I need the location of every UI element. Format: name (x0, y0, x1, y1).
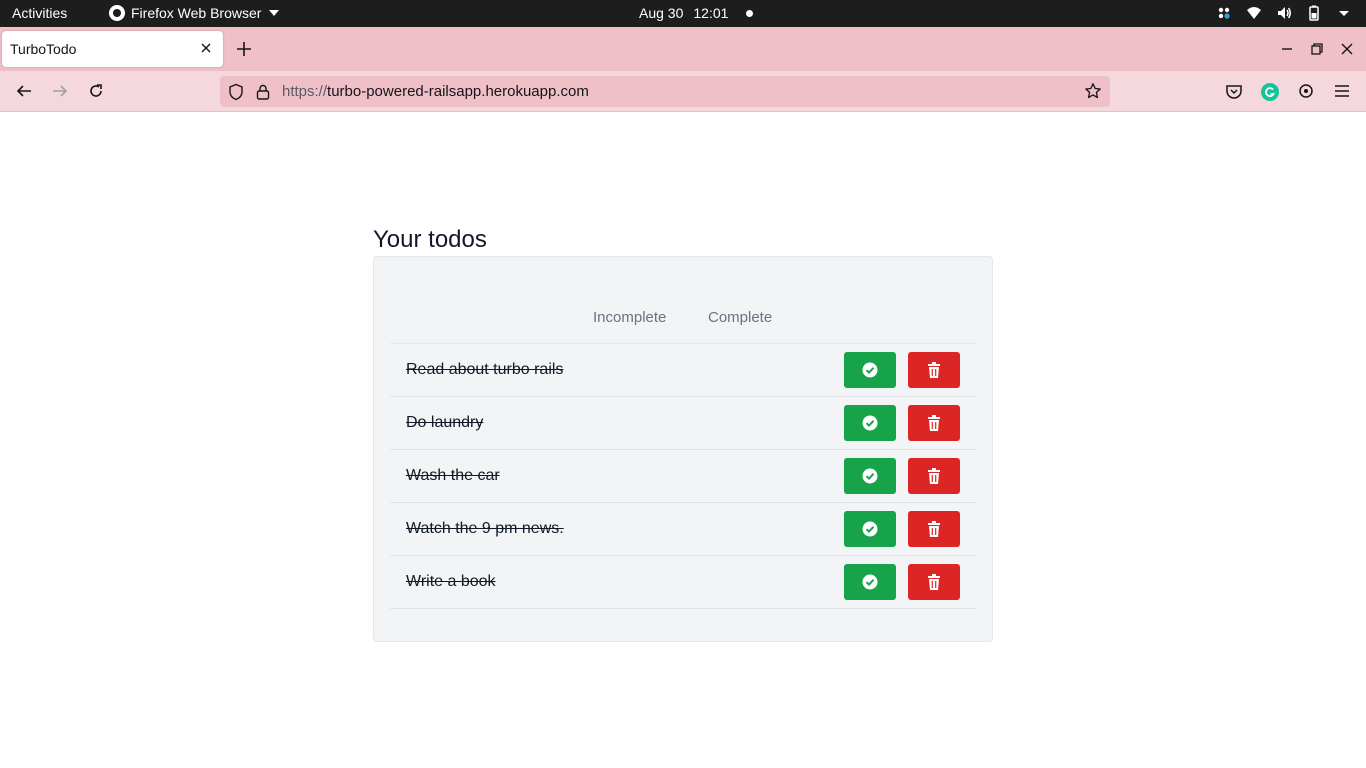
url-host: turbo-powered-railsapp.herokuapp.com (327, 83, 589, 100)
firefox-icon (109, 5, 125, 21)
app-menu[interactable]: Firefox Web Browser (109, 5, 280, 21)
delete-button[interactable] (908, 564, 960, 600)
back-icon[interactable] (15, 82, 33, 100)
filter-incomplete[interactable]: Incomplete (593, 309, 666, 326)
url-bar[interactable]: https://turbo-powered-railsapp.herokuapp… (220, 76, 1110, 107)
clock[interactable]: Aug 30 12:01 (639, 5, 754, 21)
navigation-bar: https://turbo-powered-railsapp.herokuapp… (0, 71, 1366, 112)
filter-tabs: Incomplete Complete (374, 309, 992, 329)
forward-icon[interactable] (51, 82, 69, 100)
volume-icon (1278, 7, 1291, 19)
bookmark-star-icon[interactable] (1084, 82, 1102, 100)
complete-button[interactable] (844, 405, 896, 441)
todo-row: Wash the car (390, 450, 976, 503)
date-label: Aug 30 (639, 5, 684, 21)
trash-icon (928, 574, 940, 590)
grammarly-icon[interactable] (1261, 83, 1279, 101)
complete-button[interactable] (844, 352, 896, 388)
close-tab-icon[interactable] (199, 41, 213, 55)
chevron-down-icon (269, 10, 280, 16)
page-title: Your todos (373, 226, 487, 253)
complete-button[interactable] (844, 511, 896, 547)
todo-title: Read about turbo rails (406, 361, 564, 378)
todo-row: Do laundry (390, 397, 976, 450)
todo-title: Watch the 9 pm news. (406, 520, 564, 537)
todo-title: Wash the car (406, 467, 500, 484)
trash-icon (928, 362, 940, 378)
wifi-icon (1247, 7, 1261, 19)
battery-icon (1309, 5, 1319, 21)
restore-icon[interactable] (1309, 41, 1325, 57)
delete-button[interactable] (908, 511, 960, 547)
todo-card: Incomplete Complete Read about turbo rai… (373, 256, 993, 642)
time-label: 12:01 (693, 5, 729, 21)
check-circle-icon (862, 574, 878, 590)
slack-icon (1218, 7, 1230, 19)
delete-button[interactable] (908, 352, 960, 388)
trash-icon (928, 415, 940, 431)
todo-row: Watch the 9 pm news. (390, 503, 976, 556)
system-tray[interactable] (1216, 4, 1352, 22)
tab-turbotodo[interactable]: TurboTodo (2, 31, 223, 67)
page-content: Your todos Incomplete Complete Read abou… (0, 112, 1366, 768)
todo-list: Read about turbo rails Do laundry Wash t (390, 343, 976, 609)
reload-icon[interactable] (87, 82, 105, 100)
delete-button[interactable] (908, 405, 960, 441)
check-circle-icon (862, 468, 878, 484)
close-window-icon[interactable] (1339, 41, 1355, 57)
delete-button[interactable] (908, 458, 960, 494)
pocket-icon[interactable] (1225, 82, 1243, 100)
check-circle-icon (862, 362, 878, 378)
lock-icon[interactable] (256, 83, 270, 101)
todo-title: Do laundry (406, 414, 484, 431)
minimize-icon[interactable] (1279, 41, 1295, 57)
complete-button[interactable] (844, 458, 896, 494)
tab-strip: TurboTodo (0, 27, 1366, 71)
system-top-bar: Activities Firefox Web Browser Aug 30 12… (0, 0, 1366, 27)
check-circle-icon (862, 521, 878, 537)
app-name: Firefox Web Browser (131, 5, 262, 21)
todo-row: Write a book (390, 556, 976, 609)
complete-button[interactable] (844, 564, 896, 600)
activities-button[interactable]: Activities (12, 5, 67, 21)
menu-icon[interactable] (1333, 82, 1351, 100)
trash-icon (928, 521, 940, 537)
system-menu-chevron-icon (1339, 11, 1349, 16)
todo-row: Read about turbo rails (390, 344, 976, 397)
new-tab-icon[interactable] (234, 39, 254, 59)
url-text[interactable]: https://turbo-powered-railsapp.herokuapp… (282, 83, 589, 100)
trash-icon (928, 468, 940, 484)
filter-complete[interactable]: Complete (708, 309, 772, 326)
shield-icon[interactable] (228, 83, 244, 101)
check-circle-icon (862, 415, 878, 431)
url-scheme: https:// (282, 83, 328, 100)
extensions-icon[interactable] (1297, 82, 1315, 100)
notification-dot-icon (746, 9, 754, 17)
todo-title: Write a book (406, 573, 496, 590)
tab-title: TurboTodo (10, 41, 77, 57)
